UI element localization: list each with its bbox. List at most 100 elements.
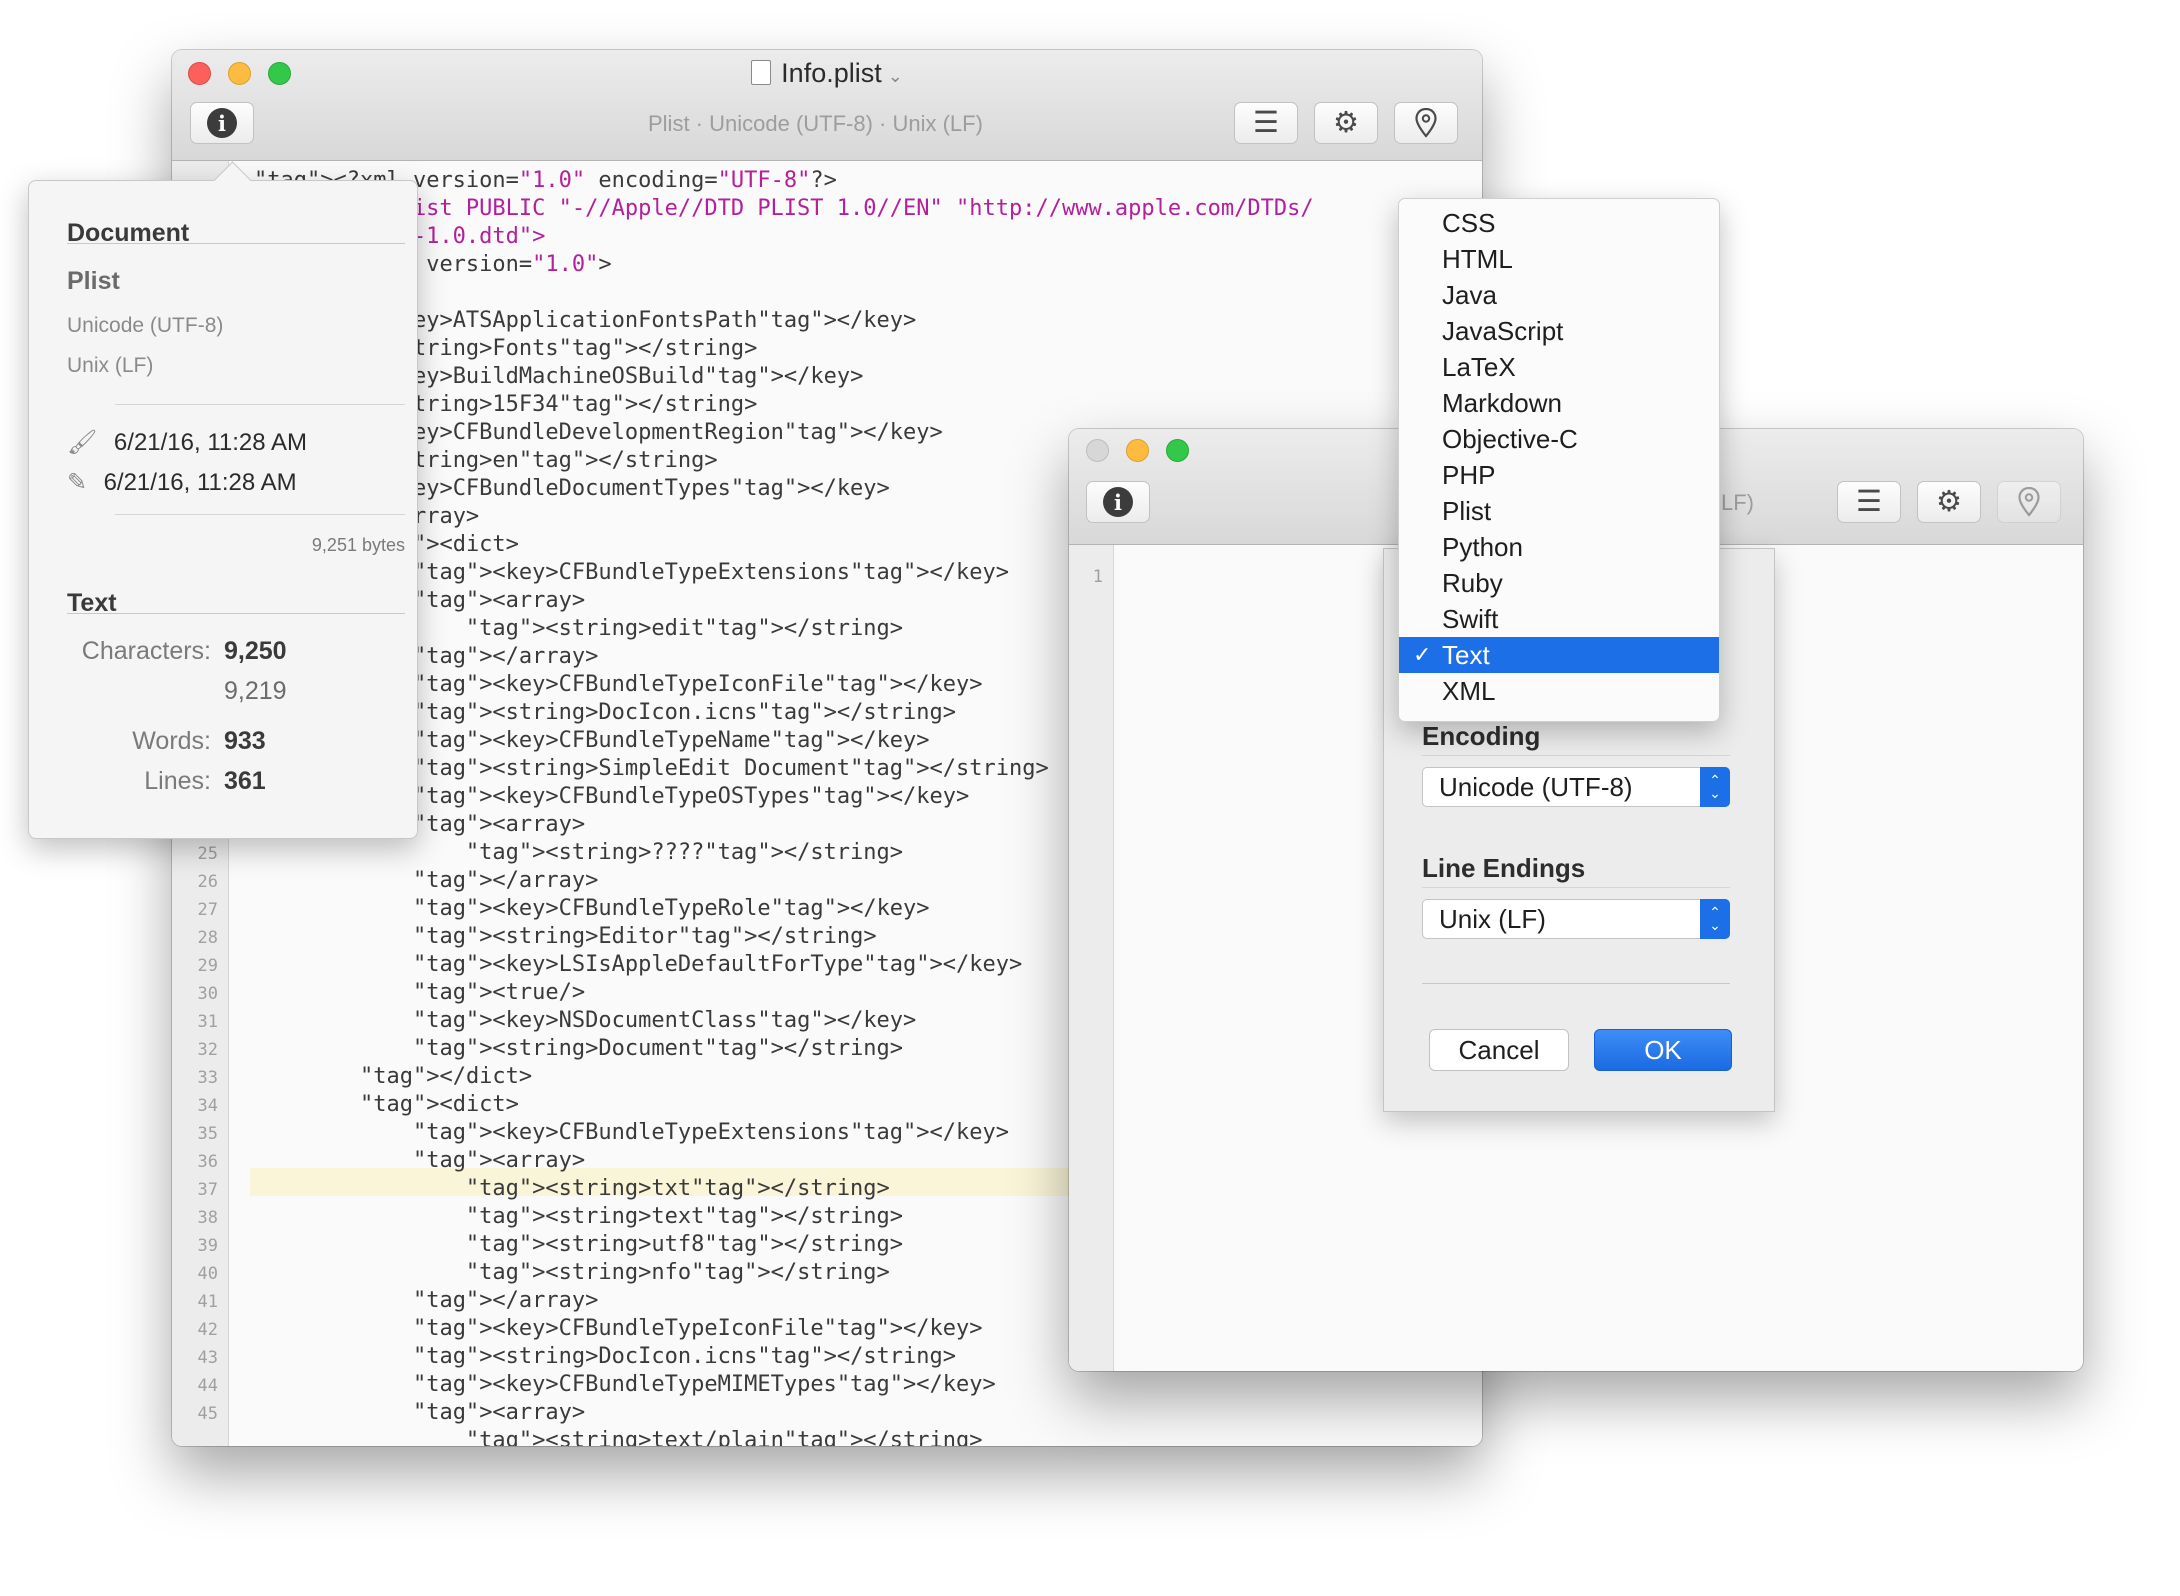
menu-item-label: Objective-C [1442, 424, 1578, 454]
menu-item-swift[interactable]: Swift [1399, 601, 1719, 637]
created-date-row: 🖌 6/21/16, 11:28 AM [67, 428, 307, 457]
document-status-subtitle: LF) [1721, 490, 1754, 515]
line-number: 27 [197, 900, 218, 920]
menu-item-markdown[interactable]: Markdown [1399, 385, 1719, 421]
close-button-disabled[interactable] [1086, 439, 1109, 462]
menu-item-text[interactable]: ✓ Text [1399, 637, 1719, 673]
menu-item-python[interactable]: Python [1399, 529, 1719, 565]
line-number: 34 [197, 1096, 218, 1116]
created-date: 6/21/16, 11:28 AM [113, 429, 307, 456]
info-button[interactable]: i [190, 102, 254, 144]
file-size: 9,251 bytes [311, 535, 405, 555]
menu-item-xml[interactable]: XML [1399, 673, 1719, 709]
line-number: 29 [197, 956, 218, 976]
line-number: 36 [197, 1152, 218, 1172]
info-icon: i [1103, 487, 1133, 517]
gear-icon: ⚙ [1936, 485, 1962, 518]
cancel-button[interactable]: Cancel [1429, 1029, 1569, 1071]
menu-item-label: CSS [1442, 208, 1496, 238]
code-line: "tag"><key>CFBundleTypeMIMETypes"tag"></… [412, 1372, 996, 1397]
menu-item-plist[interactable]: Plist [1399, 493, 1719, 529]
separator [67, 613, 405, 614]
outline-button[interactable]: ☰ [1837, 481, 1901, 523]
line-number: 41 [197, 1292, 218, 1312]
separator [1422, 983, 1730, 984]
menu-item-java[interactable]: Java [1399, 277, 1719, 313]
line-number: 30 [197, 984, 218, 1004]
code-line: "tag"><array> [412, 1400, 586, 1425]
menu-item-css[interactable]: CSS [1399, 205, 1719, 241]
settings-button[interactable]: ⚙ [1314, 102, 1378, 144]
location-button[interactable] [1394, 102, 1458, 144]
line-number: 43 [197, 1348, 218, 1368]
list-icon: ☰ [1253, 106, 1279, 139]
ok-button[interactable]: OK [1594, 1029, 1732, 1071]
menu-item-label: HTML [1442, 244, 1513, 274]
syntax-style-menu[interactable]: CSS HTML Java JavaScript LaTeX Markdown Object… [1398, 198, 1720, 722]
menu-item-ruby[interactable]: Ruby [1399, 565, 1719, 601]
line-number: 40 [197, 1264, 218, 1284]
encoding-select[interactable]: Unicode (UTF-8) ⌃ ⌄ [1422, 767, 1730, 807]
menu-item-latex[interactable]: LaTeX [1399, 349, 1719, 385]
line-number: 39 [197, 1236, 218, 1256]
line-number: 26 [197, 872, 218, 892]
menu-item-label: Ruby [1442, 568, 1503, 598]
outline-button[interactable]: ☰ [1234, 102, 1298, 144]
line-number: 32 [197, 1040, 218, 1060]
characters-value: 9,250 [224, 637, 287, 665]
words-label: Words: [132, 727, 211, 755]
separator [115, 514, 405, 515]
main-titlebar: Info.plist ⌄ i Plist · Unicode (UTF-8) · … [172, 50, 1482, 161]
checkmark-icon: ✓ [1413, 642, 1432, 667]
select-stepper-icon: ⌃ ⌄ [1700, 899, 1730, 939]
line-number: 31 [197, 1012, 218, 1032]
document-encoding: Unicode (UTF-8) [67, 314, 224, 337]
separator [1422, 755, 1730, 756]
line-endings-select[interactable]: Unix (LF) ⌃ ⌄ [1422, 899, 1730, 939]
line-endings-select-value: Unix (LF) [1439, 904, 1546, 934]
settings-button[interactable]: ⚙ [1917, 481, 1981, 523]
line-number: 33 [197, 1068, 218, 1088]
document-info-popover: Document Plist Unicode (UTF-8) Unix (LF)… [28, 161, 418, 839]
separator [115, 404, 405, 405]
menu-item-label: Markdown [1442, 388, 1562, 418]
menu-item-label: JavaScript [1442, 316, 1564, 346]
lines-value: 361 [224, 767, 266, 795]
line-number-gutter [1069, 545, 1114, 1371]
minimize-button[interactable] [1126, 439, 1149, 462]
menu-item-label: Plist [1442, 496, 1492, 526]
menu-item-html[interactable]: HTML [1399, 241, 1719, 277]
document-line-endings: Unix (LF) [67, 354, 154, 377]
window-title-text: Info.plist [781, 58, 882, 88]
location-pin-icon [1415, 108, 1437, 138]
separator [67, 243, 405, 244]
line-number: 35 [197, 1124, 218, 1144]
menu-item-php[interactable]: PHP [1399, 457, 1719, 493]
encoding-label: Encoding [1422, 721, 1541, 751]
code-line: "tag"><string>text/plain"tag"></string> [465, 1428, 983, 1446]
chevron-down-icon: ⌄ [887, 66, 903, 86]
line-number: 25 [197, 844, 218, 864]
separator [1422, 887, 1730, 888]
document-status-subtitle: Plist · Unicode (UTF-8) · Unix (LF) [648, 111, 983, 136]
line-number: 45 [197, 1404, 218, 1424]
info-button[interactable]: i [1086, 481, 1150, 523]
menu-item-label: XML [1442, 676, 1496, 706]
window-title[interactable]: Info.plist ⌄ [172, 58, 1482, 89]
menu-item-javascript[interactable]: JavaScript [1399, 313, 1719, 349]
line-number: 42 [197, 1320, 218, 1340]
brush-icon: 🖌 [67, 429, 98, 456]
location-button[interactable] [1997, 481, 2061, 523]
lines-label: Lines: [144, 767, 211, 795]
select-stepper-icon: ⌃ ⌄ [1700, 767, 1730, 807]
menu-item-label: LaTeX [1442, 352, 1516, 382]
menu-item-objective-c[interactable]: Objective-C [1399, 421, 1719, 457]
encoding-select-value: Unicode (UTF-8) [1439, 772, 1633, 802]
gear-icon: ⚙ [1333, 106, 1359, 139]
line-endings-label: Line Endings [1422, 853, 1586, 883]
menu-item-label: Text [1442, 640, 1490, 670]
menu-item-label: PHP [1442, 460, 1496, 490]
list-icon: ☰ [1856, 485, 1882, 518]
zoom-button[interactable] [1166, 439, 1189, 462]
line-number: 37 [197, 1180, 218, 1200]
